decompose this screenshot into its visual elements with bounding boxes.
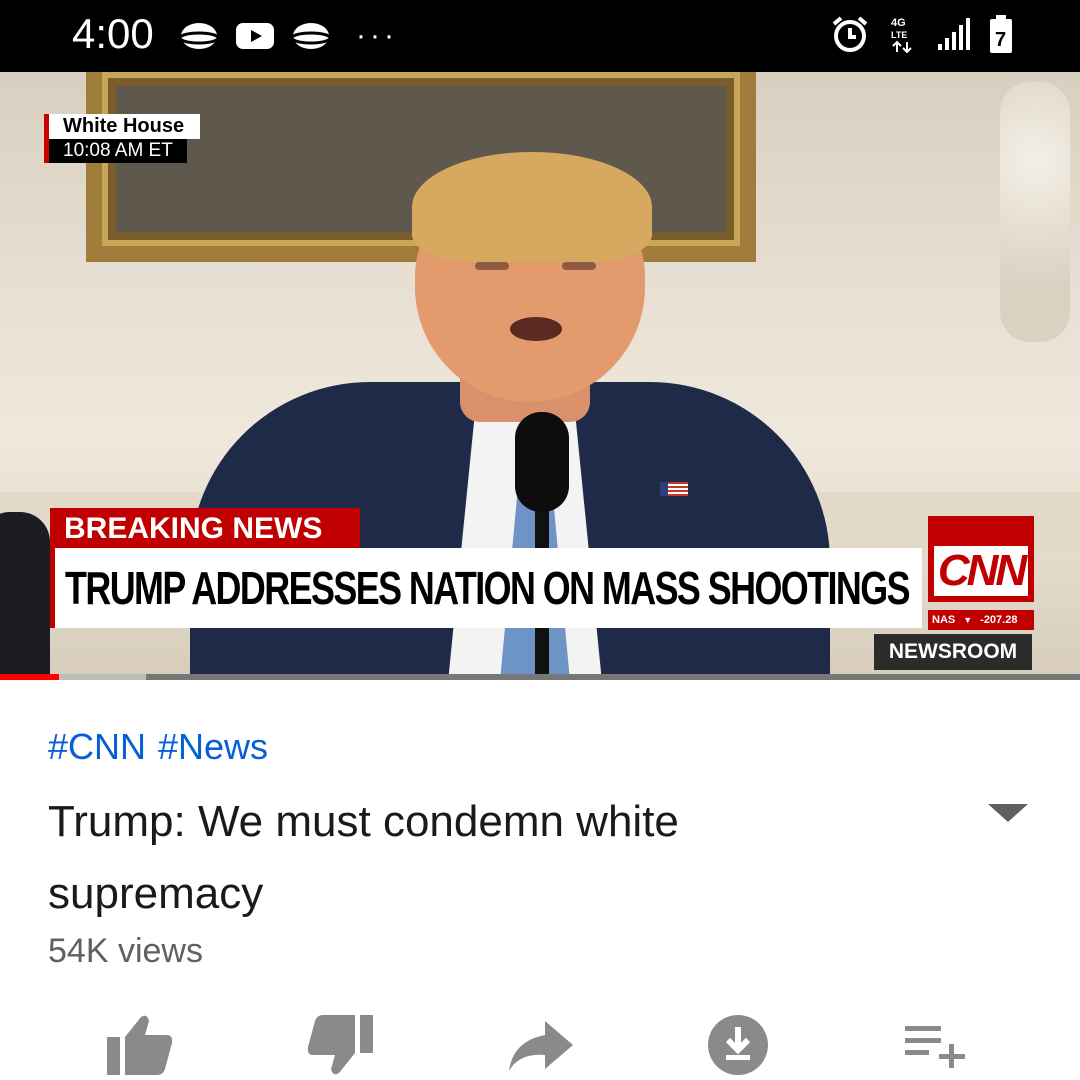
microphone-icon <box>515 412 569 512</box>
status-bar: 4:00 ··· 4G LTE 7 <box>0 0 1080 72</box>
action-bar <box>0 1010 1080 1080</box>
svg-text:LTE: LTE <box>891 30 907 40</box>
expand-description-icon[interactable] <box>986 800 1030 826</box>
sphere-icon <box>178 18 220 54</box>
wall-sconce <box>1000 82 1070 342</box>
hashtag-link[interactable]: #News <box>158 726 268 767</box>
battery-level: 7 <box>995 29 1006 51</box>
like-icon <box>107 1015 173 1075</box>
share-icon <box>509 1021 573 1071</box>
location-bug: White House 10:08 AM ET <box>44 114 201 163</box>
save-to-playlist-button[interactable] <box>896 1010 976 1080</box>
stock-ticker: NAS ▼ -207.28 <box>928 610 1034 630</box>
signal-icon <box>936 16 970 52</box>
more-notifications-icon: ··· <box>356 19 398 52</box>
download-button[interactable] <box>698 1010 778 1080</box>
dislike-icon <box>307 1015 373 1075</box>
notification-icons: ··· <box>178 18 398 54</box>
status-time: 4:00 <box>72 10 154 57</box>
background-person <box>0 512 50 680</box>
youtube-icon <box>234 18 276 54</box>
add-to-playlist-icon <box>905 1026 965 1068</box>
progress-played <box>0 674 60 680</box>
cnn-logo-text: CNN <box>934 546 1028 596</box>
video-progress-bar[interactable] <box>0 674 1080 680</box>
location-name: White House <box>49 114 201 139</box>
download-icon <box>708 1015 768 1075</box>
cnn-logo: CNN <box>928 516 1034 602</box>
hashtag-link[interactable]: #CNN <box>48 726 146 767</box>
like-button[interactable] <box>100 1010 180 1080</box>
view-count: 54K views <box>48 932 203 970</box>
svg-text:4G: 4G <box>891 17 906 29</box>
video-player[interactable]: White House 10:08 AM ET BREAKING NEWS TR… <box>0 72 1080 680</box>
share-button[interactable] <box>500 1010 580 1080</box>
dislike-button[interactable] <box>300 1010 380 1080</box>
ticker-symbol: NAS <box>932 614 956 626</box>
location-time: 10:08 AM ET <box>49 139 187 163</box>
headline-text: TRUMP ADDRESSES NATION ON MASS SHOOTINGS <box>65 562 911 614</box>
network-lte-icon: 4G LTE <box>888 14 918 54</box>
video-title[interactable]: Trump: We must condemn white supremacy <box>48 786 808 930</box>
hashtags: #CNN #News <box>48 726 280 768</box>
breaking-news-tag: BREAKING NEWS <box>50 508 360 550</box>
alarm-icon <box>830 14 870 54</box>
system-icons: 4G LTE 7 <box>830 14 1014 54</box>
headline-bar: TRUMP ADDRESSES NATION ON MASS SHOOTINGS <box>50 548 922 628</box>
ticker-value: -207.28 <box>980 614 1018 626</box>
battery-icon: 7 <box>988 14 1014 54</box>
show-name-tag: NEWSROOM <box>874 634 1032 670</box>
down-arrow-icon: ▼ <box>963 615 973 625</box>
flag-pin-icon <box>660 482 688 496</box>
sphere-icon <box>290 18 332 54</box>
